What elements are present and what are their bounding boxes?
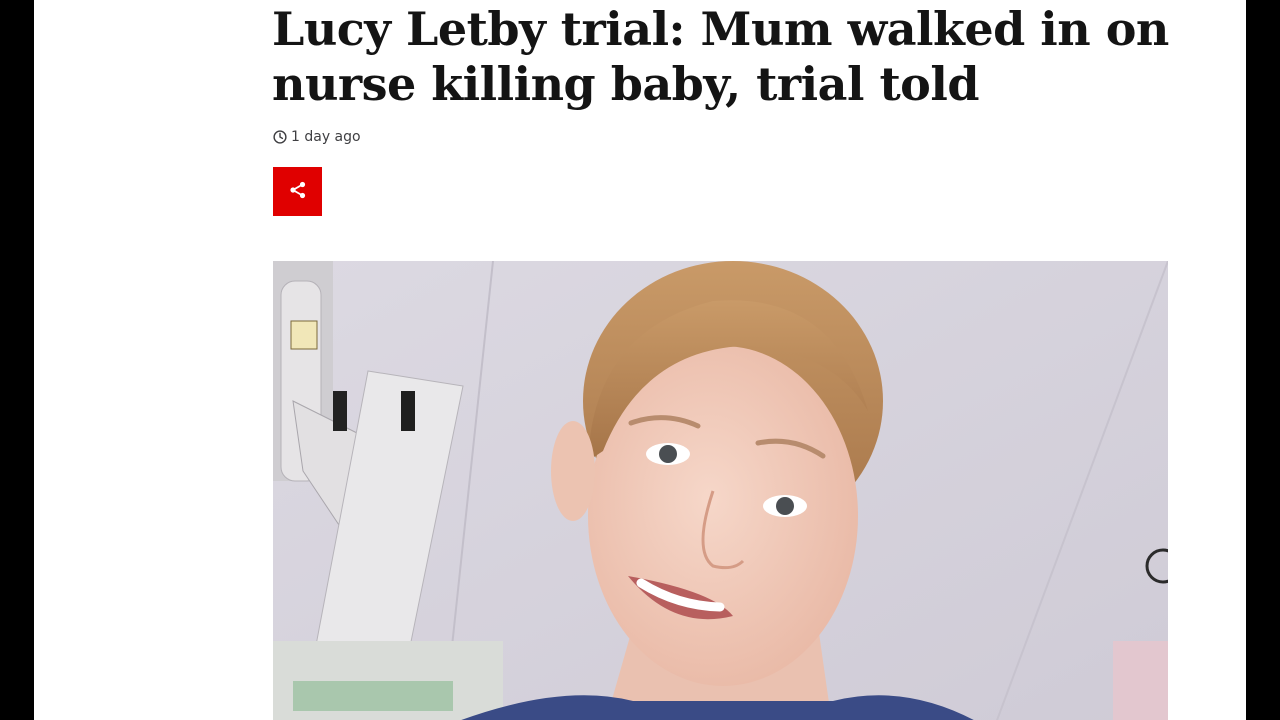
share-button[interactable]: [273, 167, 322, 216]
clock-icon: [273, 130, 287, 144]
timestamp-text: 1 day ago: [291, 129, 361, 145]
article-hero-image: [273, 261, 1168, 720]
article-page: Lucy Letby trial: Mum walked in on nurse…: [34, 0, 1246, 720]
article-headline: Lucy Letby trial: Mum walked in on nurse…: [272, 2, 1169, 111]
hero-photo-illustration: [273, 261, 1168, 720]
article-timestamp: 1 day ago: [273, 129, 361, 145]
share-icon: [288, 180, 308, 204]
